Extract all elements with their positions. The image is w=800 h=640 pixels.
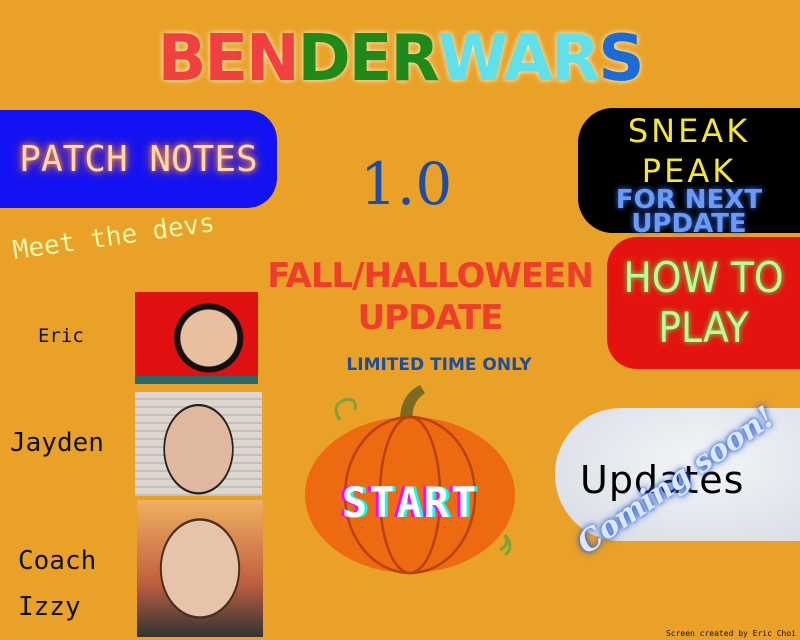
dev-name-line1: Coach <box>18 546 97 576</box>
credit-text: Screen created by Eric Choi <box>665 629 796 638</box>
patch-notes-label: PATCH NOTES <box>19 138 258 180</box>
event-line1: FALL/HALLOWEEN <box>267 256 594 296</box>
title-part: S <box>598 22 644 96</box>
start-button[interactable]: START <box>300 478 520 527</box>
play-label: PLAY <box>658 303 749 352</box>
dev-photo-jayden <box>135 392 262 496</box>
game-title: BENDERWARS <box>150 22 650 96</box>
sneak-label: SNEAK <box>627 112 751 150</box>
vine-icon <box>499 534 512 557</box>
title-part: WAR <box>437 22 601 96</box>
title-part: BEN <box>157 22 300 96</box>
meet-the-devs-heading: Meet the devs <box>10 207 217 267</box>
limited-time-label: LIMITED TIME ONLY <box>346 355 532 375</box>
event-title: FALL/HALLOWEEN UPDATE <box>265 255 595 339</box>
sneak-peak-button[interactable]: SNEAK PEAK FOR NEXT UPDATE <box>578 108 800 239</box>
vine-icon <box>334 398 357 421</box>
dev-name-coach-izzy: Coach Izzy <box>18 538 96 630</box>
event-line2: UPDATE <box>357 298 504 338</box>
updates-button[interactable]: Updates Coming soon! <box>555 400 800 561</box>
dev-photo-coach-izzy <box>137 500 263 637</box>
how-to-label: HOW TO <box>623 253 784 302</box>
patch-notes-button[interactable]: PATCH NOTES <box>0 110 277 208</box>
version-label: 1.0 <box>360 150 453 218</box>
dev-name-jayden: Jayden <box>10 428 104 458</box>
dev-name-line2: Izzy <box>18 592 81 622</box>
dev-name-eric: Eric <box>38 325 84 347</box>
how-to-play-button[interactable]: HOW TO PLAY <box>607 237 800 369</box>
title-part: DER <box>297 22 440 96</box>
peak-label: PEAK <box>641 152 737 190</box>
update-label: UPDATE <box>631 209 747 239</box>
dev-photo-eric <box>135 292 258 384</box>
